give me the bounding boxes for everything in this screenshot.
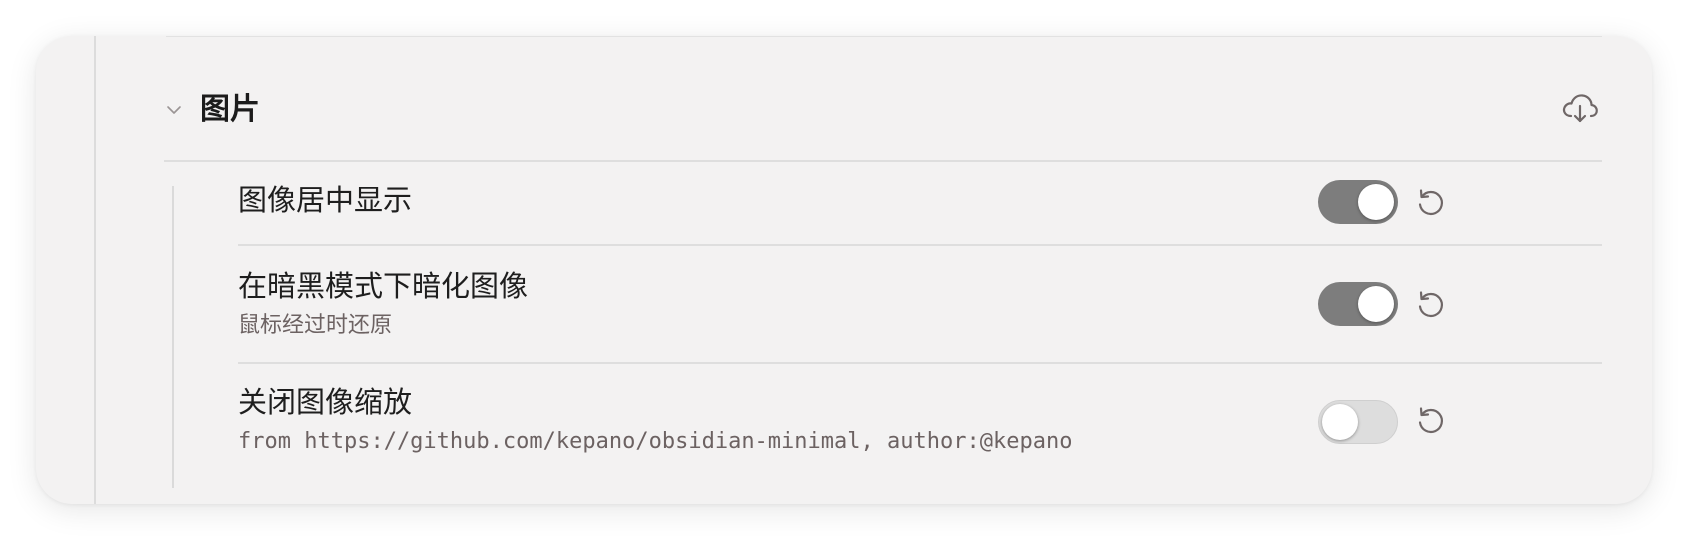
chevron-down-icon[interactable] — [164, 100, 184, 120]
top-divider — [166, 36, 1602, 37]
reset-icon[interactable] — [1414, 288, 1448, 322]
setting-description: 鼠标经过时还原 — [238, 313, 393, 338]
toggle-knob — [1358, 286, 1394, 322]
toggle-knob — [1322, 404, 1358, 440]
setting-title: 图像居中显示 — [238, 183, 413, 217]
setting-description: from https://github.com/kepano/obsidian-… — [238, 429, 1073, 454]
setting-row-disable-zoom: 关闭图像缩放 from https://github.com/kepano/ob… — [238, 364, 1602, 484]
setting-title: 在暗黑模式下暗化图像 — [238, 269, 529, 303]
disable-zoom-toggle[interactable] — [1318, 400, 1398, 444]
setting-row-center-images: 图像居中显示 — [238, 142, 1602, 246]
setting-title: 关闭图像缩放 — [238, 385, 413, 419]
settings-card: 图片 图像居中显示 在暗黑模式下暗化图像 鼠标经过时还原 关闭图像缩放 from… — [36, 36, 1652, 504]
outer-indent-guide — [94, 36, 96, 504]
reset-icon[interactable] — [1414, 404, 1448, 438]
inner-indent-guide — [172, 186, 174, 488]
setting-row-dim-images: 在暗黑模式下暗化图像 鼠标经过时还原 — [238, 246, 1602, 364]
dim-images-toggle[interactable] — [1318, 282, 1398, 326]
toggle-knob — [1358, 184, 1394, 220]
cloud-download-icon[interactable] — [1560, 88, 1600, 128]
center-images-toggle[interactable] — [1318, 180, 1398, 224]
reset-icon[interactable] — [1414, 186, 1448, 220]
section-title: 图片 — [200, 92, 260, 127]
